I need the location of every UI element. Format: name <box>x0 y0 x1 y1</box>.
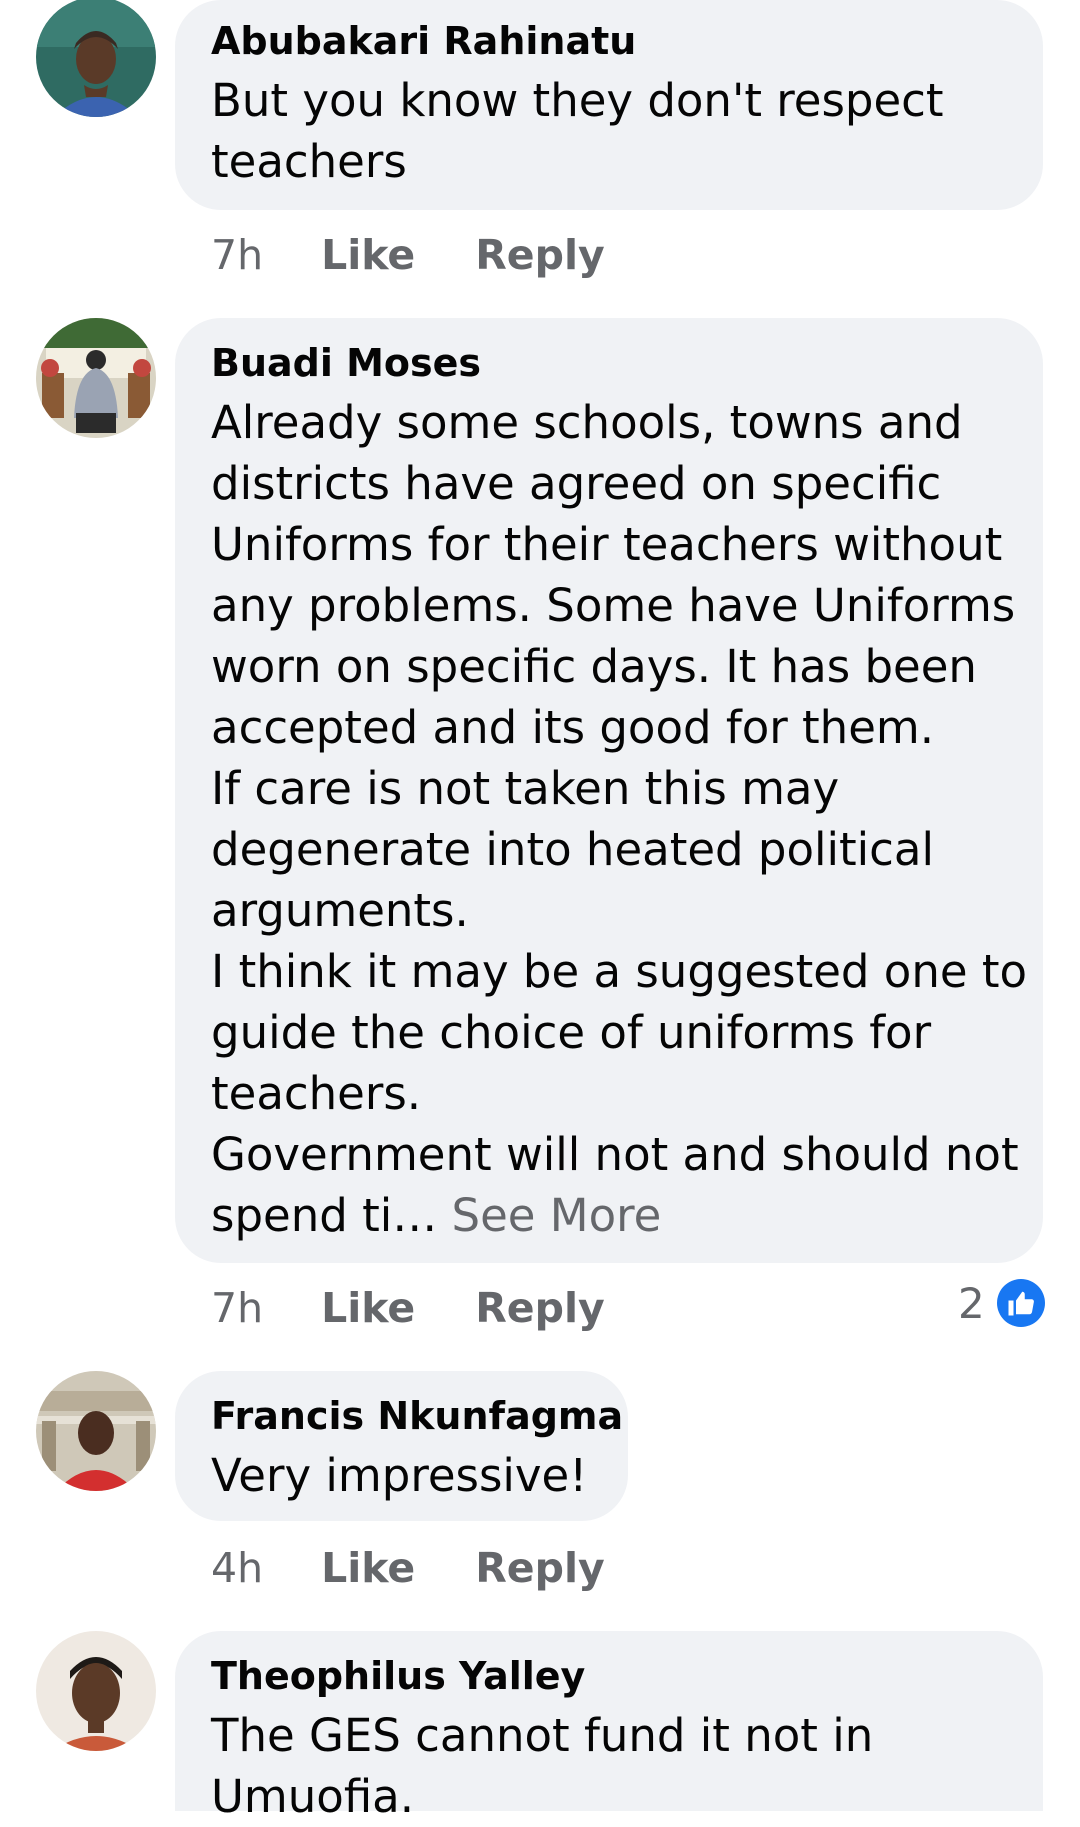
reply-button[interactable]: Reply <box>475 1284 605 1332</box>
comment-bubble: Theophilus Yalley The GES cannot fund it… <box>175 1631 1043 1823</box>
comment-text-line: Government will not and should not <box>211 1128 1019 1181</box>
like-button[interactable]: Like <box>321 1544 415 1592</box>
avatar[interactable] <box>36 1631 156 1751</box>
comment-timestamp[interactable]: 7h <box>211 231 263 279</box>
like-button[interactable]: Like <box>321 231 415 279</box>
truncated-text: spend ti… <box>211 1189 438 1242</box>
avatar[interactable] <box>36 1371 156 1491</box>
reply-button[interactable]: Reply <box>475 231 605 279</box>
comment-text-line: arguments. <box>211 884 469 937</box>
comment-timestamp[interactable]: 7h <box>211 1284 263 1332</box>
comment-text-line: If care is not taken this may <box>211 762 840 815</box>
comment-text-line: any problems. Some have Uniforms <box>211 579 1016 632</box>
comment-actions: 7h Like Reply <box>211 1278 605 1338</box>
comment-text-last-line: spend ti… See More <box>211 1185 1007 1246</box>
reaction-summary[interactable]: 2 <box>958 1273 1045 1333</box>
see-more-link[interactable]: See More <box>452 1189 662 1242</box>
comment-bubble: Buadi Moses Already some schools, towns … <box>175 318 1043 1263</box>
comment-author[interactable]: Abubakari Rahinatu <box>211 12 1007 70</box>
avatar[interactable] <box>36 0 156 117</box>
thumbs-up-icon <box>996 1279 1045 1327</box>
comment-text-line: Umuofia. <box>211 1770 415 1823</box>
comment-timestamp[interactable]: 4h <box>211 1544 263 1592</box>
comment-actions: 4h Like Reply <box>211 1538 605 1598</box>
comment-actions: 7h Like Reply <box>211 225 605 285</box>
reaction-count: 2 <box>958 1278 985 1328</box>
comment-author[interactable]: Buadi Moses <box>211 334 1007 392</box>
comment-text-line: Uniforms for their teachers without <box>211 518 1003 571</box>
reply-button[interactable]: Reply <box>475 1544 605 1592</box>
comment-text-line: Very impressive! <box>211 1449 588 1502</box>
comment-text-line: teachers. <box>211 1067 422 1120</box>
comment-text-line: guide the choice of uniforms for <box>211 1006 932 1059</box>
comment-bubble: Abubakari Rahinatu But you know they don… <box>175 0 1043 210</box>
comment-text-line: The GES cannot fund it not in <box>211 1709 874 1762</box>
comment-bubble: Francis Nkunfagma Very impressive! <box>175 1371 628 1521</box>
comment-text-line: But you know they don't respect <box>211 74 944 127</box>
avatar[interactable] <box>36 318 156 438</box>
comment-text-line: I think it may be a suggested one to <box>211 945 1027 998</box>
comment-text-line: accepted and its good for them. <box>211 701 935 754</box>
comment-text-line: Already some schools, towns and <box>211 396 963 449</box>
comment-author[interactable]: Francis Nkunfagma <box>211 1387 623 1445</box>
comment-text-line: teachers <box>211 135 407 188</box>
comment-text-line: districts have agreed on specific <box>211 457 942 510</box>
comment-text-line: worn on specific days. It has been <box>211 640 977 693</box>
comment-text-line: degenerate into heated political <box>211 823 934 876</box>
comment-author[interactable]: Theophilus Yalley <box>211 1647 1007 1705</box>
like-button[interactable]: Like <box>321 1284 415 1332</box>
